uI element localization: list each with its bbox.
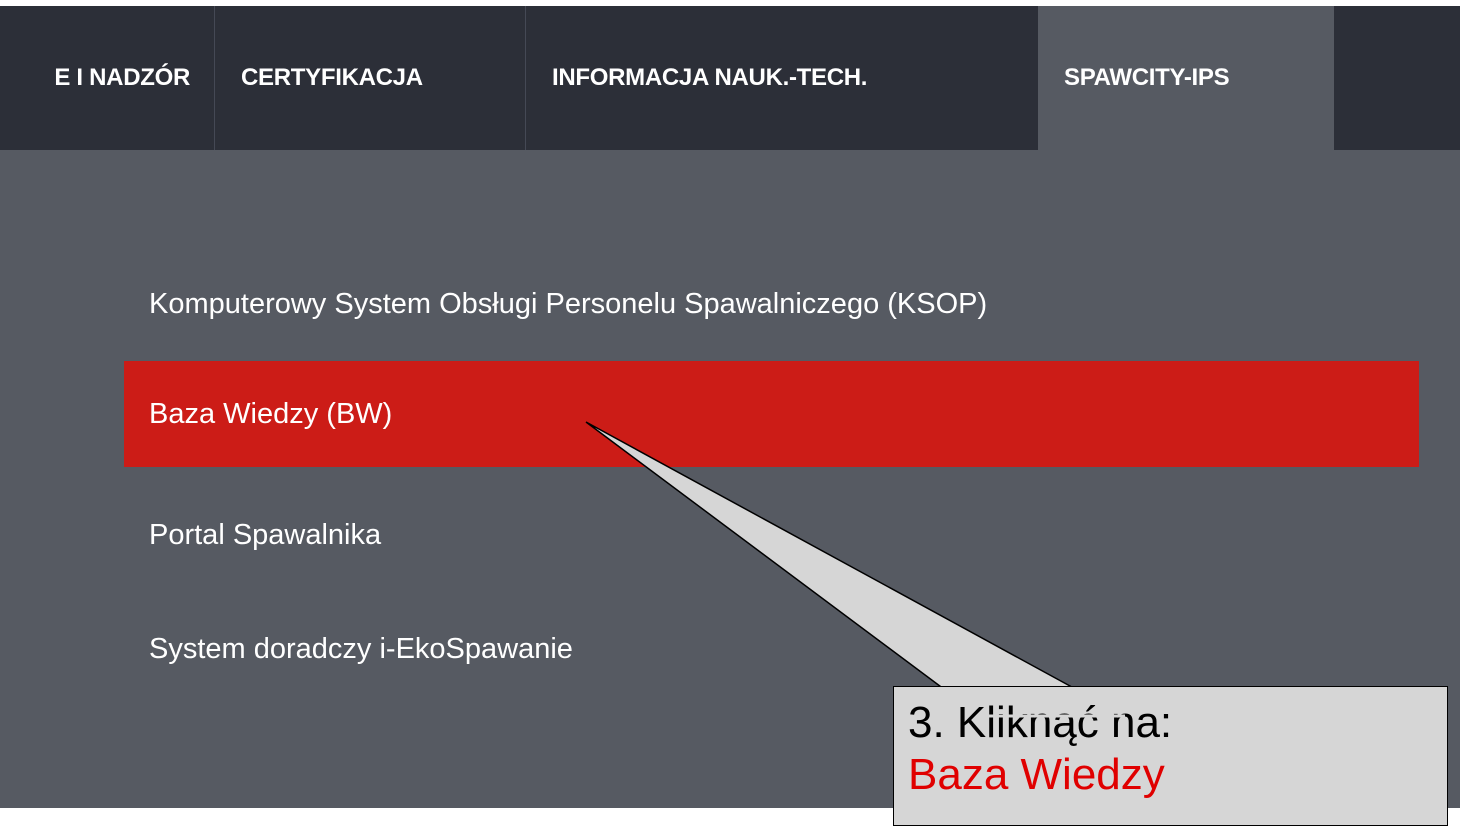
dropdown-item-baza-wiedzy[interactable]: Baza Wiedzy (BW)	[124, 361, 1419, 467]
tab-label: INFORMACJA NAUK.-TECH.	[552, 64, 868, 91]
callout-instruction: 3. Kliknąć na:	[908, 698, 1173, 747]
dropdown-item-portal-spawalnika[interactable]: Portal Spawalnika	[124, 482, 1419, 588]
tab-zarzadzanie-i-nadzor[interactable]: E I NADZÓR	[0, 6, 215, 150]
tab-spawcity-ips[interactable]: SPAWCITY-IPS	[1038, 6, 1334, 150]
tab-label: SPAWCITY-IPS	[1064, 64, 1230, 91]
callout-target-text: Baza Wiedzy	[908, 750, 1165, 799]
dropdown-item-label: Baza Wiedzy (BW)	[149, 397, 393, 430]
dropdown-item-label: System doradczy i-EkoSpawanie	[149, 632, 573, 665]
dropdown-item-label: Komputerowy System Obsługi Personelu Spa…	[149, 287, 988, 320]
tab-label: E I NADZÓR	[54, 64, 190, 91]
tab-certyfikacja[interactable]: CERTYFIKACJA	[215, 6, 526, 150]
tab-label: CERTYFIKACJA	[241, 64, 423, 91]
top-navbar: E I NADZÓR CERTYFIKACJA INFORMACJA NAUK.…	[0, 6, 1460, 150]
dropdown-item-ksop[interactable]: Komputerowy System Obsługi Personelu Spa…	[124, 251, 1419, 357]
tab-informacja-nauk-tech[interactable]: INFORMACJA NAUK.-TECH.	[526, 6, 1038, 150]
dropdown-item-label: Portal Spawalnika	[149, 518, 382, 551]
callout-annotation: 3. Kliknąć na: Baza Wiedzy	[893, 686, 1448, 826]
